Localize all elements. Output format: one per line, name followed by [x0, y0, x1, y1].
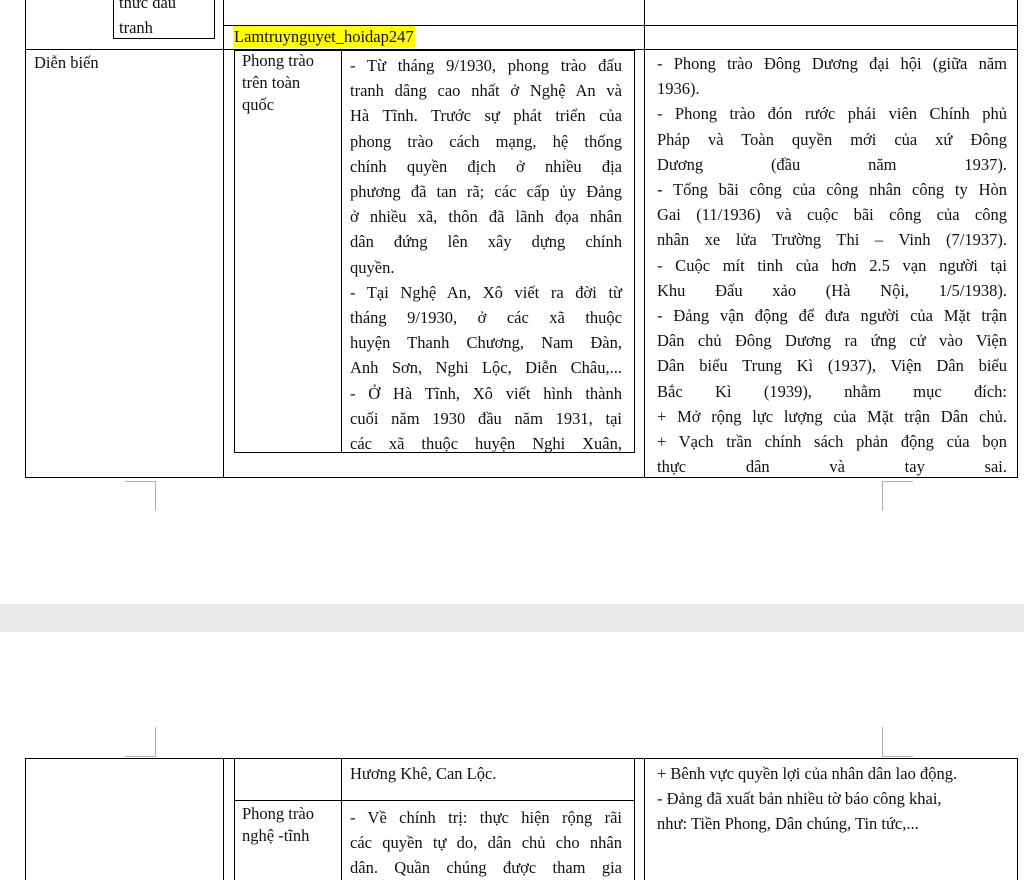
inner-table-left — [234, 50, 235, 452]
crop-mark — [155, 727, 156, 757]
sub-label-line-2: trên toàn — [242, 73, 301, 92]
page-separator — [0, 604, 1024, 632]
text-line: tranh dâng cao nhất ở Nghệ An và — [350, 81, 622, 101]
right-column-text: + Bênh vực quyền lợi của nhân dân lao độ… — [657, 761, 1009, 837]
text-line: - Phong trào Đông Dương đại hội (giữa nă… — [657, 54, 1007, 73]
text-line: tháng 9/1930, ở các xã thuộc — [350, 308, 622, 328]
table-left-border — [25, 758, 26, 880]
text-line: - Đảng vận động để đưa người của Mặt trậ… — [657, 306, 1007, 326]
sub-label-line-1: Phong trào — [242, 51, 314, 70]
text-line: 1936). — [657, 79, 700, 99]
table-divider-2 — [644, 758, 645, 880]
sub-label-line-2: nghệ -tĩnh — [242, 826, 310, 845]
table-left-border — [25, 0, 26, 478]
crop-mark — [882, 727, 883, 757]
inner-table-left — [234, 758, 235, 880]
inner-table-mid — [341, 758, 342, 880]
text-line: - Ở Hà Tĩnh, Xô viết hình thành — [350, 383, 622, 403]
text-line: - Về chính trị: thực hiện rộng rãi — [350, 808, 622, 827]
text-line: Khu Đấu xảo (Hà Nội, 1/5/1938). — [657, 280, 1007, 300]
crop-mark — [155, 481, 156, 511]
crop-mark — [882, 481, 883, 511]
top-label-line-2: tranh — [119, 18, 153, 37]
table-divider-2 — [644, 0, 645, 478]
text-line: + Bênh vực quyền lợi của nhân dân lao độ… — [657, 764, 958, 783]
text-line: cuối năm 1930 đầu năm 1931, tại — [350, 408, 622, 428]
inner-table-right — [634, 50, 635, 452]
text-line: Gai (11/1936) và cuộc bãi công của công — [657, 205, 1007, 225]
row-label: Diễn biến — [34, 53, 99, 72]
text-line: phương đã tan rã; các cấp ủy Đảng — [350, 182, 622, 202]
text-line: Dân biểu Trung Kì (1937), Viện Dân biểu — [657, 356, 1007, 376]
inner-table-row-border — [234, 800, 635, 801]
text-line: - Tổng bãi công của công nhân công ty Hò… — [657, 180, 1007, 200]
text-line: Bắc Kì (1939), nhằm mục đích: — [657, 381, 1007, 401]
text-line: - Phong trào đón rước phái viên Chính ph… — [657, 104, 1007, 124]
crop-mark — [125, 756, 155, 757]
crop-mark — [883, 756, 913, 757]
text-line: Anh Sơn, Nghi Lộc, Diễn Châu,... — [350, 358, 622, 378]
text-line: các xã thuộc huyện Nghi Xuân, — [350, 434, 622, 454]
text-line: Pháp và Toàn quyền mới của xứ Đông — [657, 129, 1007, 149]
right-column-text: - Phong trào Đông Dương đại hội (giữa nă… — [657, 51, 1007, 479]
middle-column-text: - Về chính trị: thực hiện rộng rãi các q… — [350, 805, 622, 881]
text-line: - Cuộc mít tinh của hơn 2.5 vạn người tạ… — [657, 255, 1007, 275]
table-top-border — [25, 758, 1018, 759]
text-line: huyện Thanh Chương, Nam Đàn, — [350, 333, 622, 353]
text-line: - Từ tháng 9/1930, phong trào đấu — [350, 56, 622, 75]
top-label-line-1: thức đấu — [119, 0, 177, 12]
middle-column-text: - Từ tháng 9/1930, phong trào đấu tranh … — [350, 53, 622, 456]
table-divider-1 — [223, 758, 224, 880]
inner-box-left — [113, 0, 114, 38]
text-line: - Đảng đã xuất bản nhiều tờ báo công kha… — [657, 789, 942, 809]
text-line: nhân xe lửa Trường Thi – Vinh (7/1937). — [657, 230, 1007, 250]
crop-mark — [125, 481, 155, 482]
text-line: dân. Quần chúng được tham gia — [350, 858, 622, 878]
text-line: Hà Tĩnh. Trước sự phát triển của — [350, 106, 622, 126]
table-right-border — [1017, 0, 1018, 478]
text-line: thực dân và tay sai. — [657, 457, 1007, 477]
middle-first-line: Hương Khê, Can Lộc. — [350, 764, 497, 783]
sub-label-line-3: quốc — [242, 95, 275, 114]
text-line: các quyền tự do, dân chủ cho nhân — [350, 833, 622, 853]
text-line: + Vạch trần chính sách phản động của bọn — [657, 432, 1007, 452]
text-line: Dân chủ Đông Dương ra ứng cử vào Viện — [657, 331, 1007, 351]
text-line: ở nhiều xã, thôn đã lãnh đọa nhân — [350, 207, 622, 227]
watermark-text: Lamtruynguyet_hoidap247 — [233, 26, 415, 48]
sub-label-line-1: Phong trào — [242, 804, 314, 823]
text-line: phong trào cách mạng, hệ thống — [350, 131, 622, 151]
inner-box-right — [214, 0, 215, 38]
text-line: Dương (đầu năm 1937). — [657, 154, 1007, 174]
text-line: quyền. — [350, 257, 395, 277]
text-line: chính quyền địch ở nhiều địa — [350, 156, 622, 176]
text-line: - Tại Nghệ An, Xô viết ra đời từ — [350, 282, 622, 302]
text-line: + Mở rộng lực lượng của Mặt trận Dân chủ… — [657, 406, 1007, 426]
table-divider-1 — [223, 0, 224, 478]
table-right-border — [1017, 758, 1018, 880]
text-line: dân đứng lên xây dựng chính — [350, 232, 622, 252]
crop-mark — [883, 481, 913, 482]
inner-table-mid — [341, 50, 342, 452]
inner-table-right — [634, 758, 635, 880]
text-line: như: Tiền Phong, Dân chúng, Tin tức,... — [657, 814, 919, 834]
